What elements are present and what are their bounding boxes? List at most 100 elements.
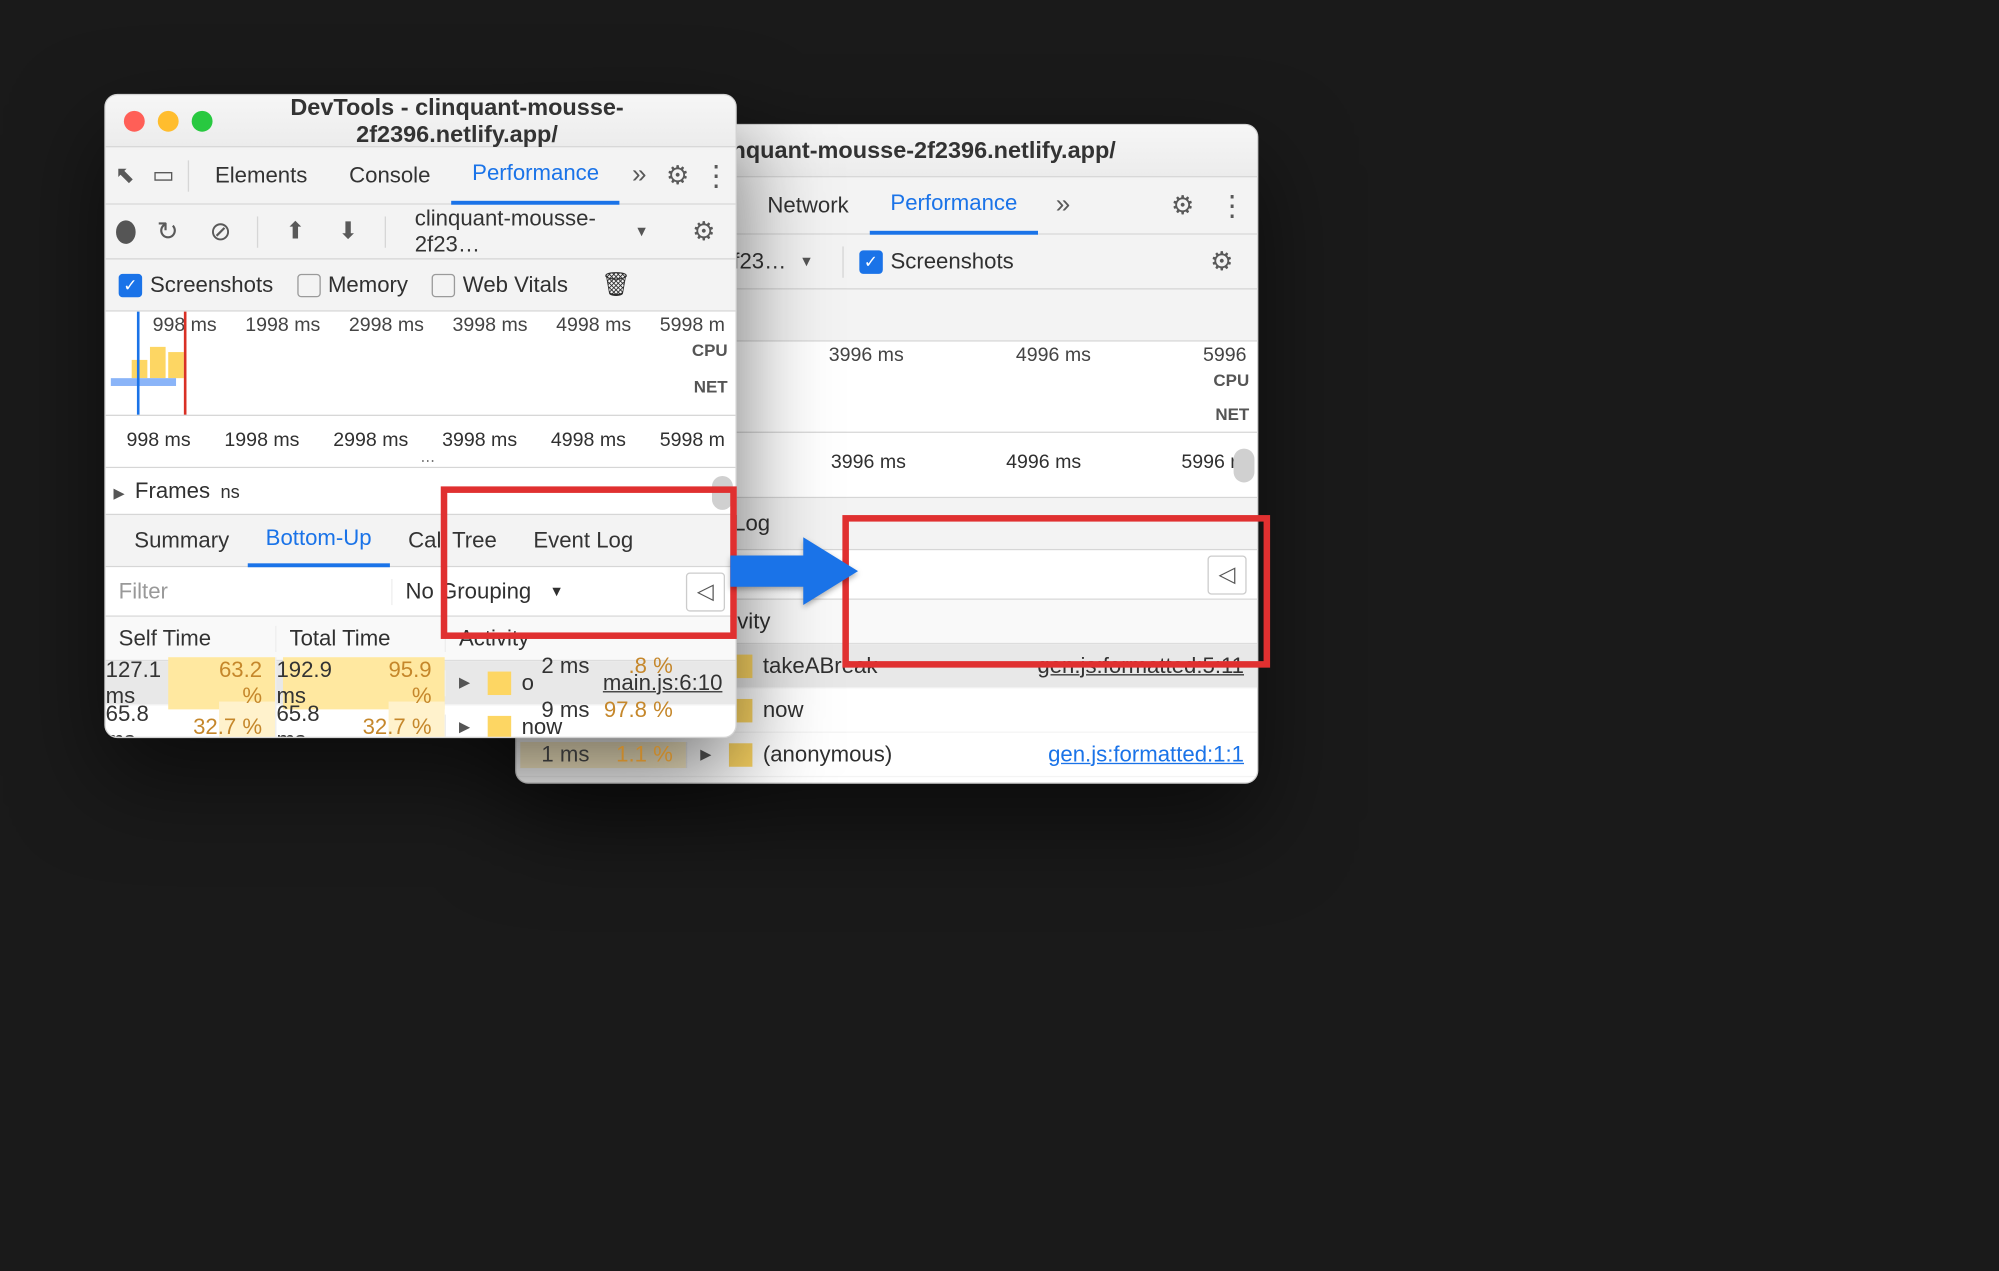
maximize-icon[interactable]	[192, 110, 213, 131]
total-ms: 1 ms	[541, 741, 589, 767]
color-swatch	[488, 715, 511, 738]
total-pct: 97.8 %	[600, 697, 673, 723]
settings-icon[interactable]	[1158, 183, 1208, 227]
memory-label: Memory	[328, 272, 408, 298]
time-label: 3996 ms	[829, 344, 904, 366]
panel-tab-calltree[interactable]: Call Tree	[390, 514, 515, 566]
activity-name: (anonymous)	[763, 741, 892, 767]
net-label: NET	[1215, 404, 1249, 424]
tab-console[interactable]: Console	[328, 147, 451, 204]
col-activity[interactable]: Activity	[445, 625, 736, 651]
disclosure-icon[interactable]: ▶	[459, 719, 477, 736]
time-label: 4996 ms	[1016, 344, 1091, 366]
disclosure-icon[interactable]: ▶	[459, 674, 477, 691]
time-label: 1998 ms	[224, 429, 299, 451]
kebab-menu-icon[interactable]	[697, 153, 736, 197]
scrollbar-thumb[interactable]	[1234, 449, 1255, 483]
webvitals-checkbox[interactable]: Web Vitals	[432, 272, 568, 298]
self-ms: 65.8 ms	[106, 701, 182, 738]
activity-cell[interactable]: ▶ takeABreak gen.js:formatted:5:11	[686, 653, 1257, 679]
screenshots-checkbox[interactable]: Screenshots	[119, 272, 274, 298]
net-bar	[111, 378, 176, 386]
panel-tab-eventlog[interactable]: Event Log	[515, 514, 651, 566]
filter-input[interactable]: Filter	[106, 578, 393, 604]
inspect-icon[interactable]	[106, 153, 145, 197]
tab-elements[interactable]: Elements	[194, 147, 328, 204]
time-ruler[interactable]: 998 ms 1998 ms 2998 ms 3998 ms 4998 ms 5…	[106, 416, 736, 468]
download-icon[interactable]	[327, 209, 369, 253]
tab-performance[interactable]: Performance	[870, 177, 1039, 234]
record-button[interactable]	[116, 220, 136, 243]
upload-icon[interactable]	[274, 209, 316, 253]
minimize-icon[interactable]	[158, 110, 179, 131]
devtools-tabs: Elements Console Performance	[106, 147, 736, 204]
webvitals-label: Web Vitals	[463, 272, 568, 298]
nav-left-icon[interactable]: ◁	[1208, 555, 1247, 594]
screenshots-label: Screenshots	[890, 248, 1013, 274]
source-link[interactable]: gen.js:formatted:1:1	[1048, 741, 1244, 767]
cpu-bar	[168, 352, 184, 378]
activity-name: takeABreak	[763, 653, 878, 679]
time-label: 5998 m	[660, 429, 725, 451]
traffic-lights	[124, 110, 213, 131]
trash-icon[interactable]	[591, 263, 641, 307]
titlebar: DevTools - clinquant-mousse-2f2396.netli…	[106, 95, 736, 147]
kebab-menu-icon[interactable]	[1208, 183, 1258, 227]
activity-name: now	[763, 697, 804, 723]
total-ms: 2 ms	[541, 653, 589, 679]
time-label: 3998 ms	[442, 429, 517, 451]
options-row: Screenshots Memory Web Vitals	[106, 259, 736, 311]
source-link[interactable]: gen.js:formatted:5:11	[1037, 653, 1244, 679]
settings-icon[interactable]	[658, 153, 697, 197]
frames-unit: ns	[220, 481, 239, 502]
timeline-mini[interactable]: 998 ms 1998 ms 2998 ms 3998 ms 4998 ms 5…	[106, 312, 736, 416]
total-ms: 9 ms	[541, 697, 589, 723]
disclosure-icon[interactable]	[113, 478, 129, 504]
check-icon	[119, 273, 142, 296]
grouping-label[interactable]: No Grouping	[406, 578, 532, 604]
total-pct: 32.7 %	[362, 714, 432, 738]
panel-settings-icon[interactable]	[683, 209, 725, 253]
reload-record-icon[interactable]	[147, 209, 189, 253]
checkbox-icon	[432, 273, 455, 296]
total-pct: 1.1 %	[600, 741, 673, 767]
cpu-label: CPU	[692, 340, 728, 360]
more-tabs-icon[interactable]	[620, 153, 659, 197]
more-tabs-icon[interactable]	[1038, 183, 1088, 227]
ellipsis-icon: ⋯	[421, 452, 435, 469]
time-label: 5996	[1203, 344, 1247, 366]
net-label: NET	[694, 377, 728, 397]
activity-cell[interactable]: ▶ now	[686, 697, 1257, 723]
activity-cell[interactable]: ▶ (anonymous) gen.js:formatted:1:1	[686, 741, 1257, 767]
screenshots-checkbox[interactable]: Screenshots	[859, 248, 1014, 274]
time-label: 3998 ms	[453, 314, 528, 336]
panel-tab-bottomup[interactable]: Bottom-Up	[247, 514, 389, 566]
checkbox-icon	[297, 273, 320, 296]
close-icon[interactable]	[124, 110, 145, 131]
time-label: 4998 ms	[551, 429, 626, 451]
tab-performance[interactable]: Performance	[451, 147, 620, 204]
window-title: DevTools - clinquant-mousse-2f2396.netli…	[231, 94, 736, 148]
frames-label: Frames	[135, 478, 210, 504]
recording-label: clinquant-mousse-2f23…	[415, 205, 622, 257]
total-ms: 65.8 ms	[276, 701, 351, 738]
memory-checkbox[interactable]: Memory	[297, 272, 408, 298]
tab-network[interactable]: Network	[747, 177, 870, 234]
time-label: 5998 m	[660, 314, 725, 336]
perf-toolbar: clinquant-mousse-2f23…▼	[106, 205, 736, 260]
time-label: 3996 ms	[831, 451, 906, 473]
col-selftime[interactable]: Self Time	[106, 625, 276, 651]
col-totaltime[interactable]: Total Time	[275, 625, 445, 651]
clear-icon[interactable]	[199, 209, 241, 253]
panel-settings-icon[interactable]	[1197, 239, 1247, 283]
time-label: 2998 ms	[333, 429, 408, 451]
recording-dropdown[interactable]: clinquant-mousse-2f23…▼	[402, 200, 662, 263]
device-toggle-icon[interactable]	[144, 153, 183, 197]
panel-tabs: Summary Bottom-Up Call Tree Event Log	[106, 515, 736, 567]
nav-left-icon[interactable]: ◁	[686, 572, 725, 611]
panel-tab-summary[interactable]: Summary	[116, 514, 247, 566]
frames-row[interactable]: Frames ns	[106, 468, 736, 515]
disclosure-icon[interactable]: ▶	[700, 746, 718, 763]
scrollbar-thumb[interactable]	[712, 476, 733, 510]
time-label: 2998 ms	[349, 314, 424, 336]
